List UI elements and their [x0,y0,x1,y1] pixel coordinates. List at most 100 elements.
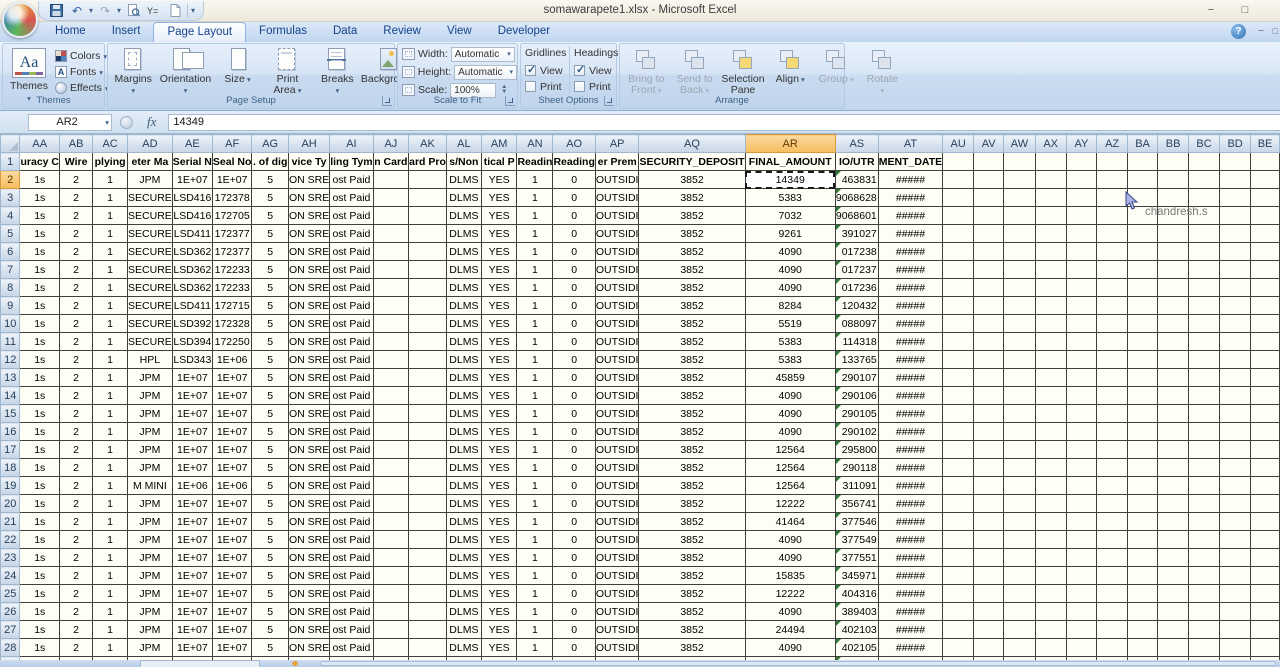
grid-cell-AM28[interactable]: YES [481,639,517,657]
grid-cell-AO24[interactable]: 0 [553,567,595,585]
grid-cell-BA23[interactable] [1127,549,1157,567]
grid-cell-BD21[interactable] [1220,513,1251,531]
grid-cell-AC2[interactable]: 1 [93,171,128,189]
column-header-AQ[interactable]: AQ [639,135,745,153]
grid-cell-BC16[interactable] [1189,423,1220,441]
grid-cell-BA17[interactable] [1127,441,1157,459]
grid-cell-AQ7[interactable]: 3852 [639,261,745,279]
grid-cell-AU21[interactable] [943,513,974,531]
grid-cell-BB3[interactable] [1158,189,1189,207]
grid-cell-BD18[interactable] [1220,459,1251,477]
grid-cell-AH10[interactable]: ON SRE [288,315,329,333]
grid-cell-AB16[interactable]: 2 [60,423,93,441]
grid-cell-AZ12[interactable] [1097,351,1128,369]
grid-cell-AH28[interactable]: ON SRE [288,639,329,657]
grid-cell-BE16[interactable] [1251,423,1280,441]
grid-cell-AN5[interactable]: 1 [517,225,553,243]
row-header-5[interactable]: 5 [1,225,20,243]
grid-cell-AU14[interactable] [943,387,974,405]
headings-view-checkbox[interactable]: View [574,64,617,77]
grid-cell-AF7[interactable]: 172233 [212,261,252,279]
column-header-AD[interactable]: AD [128,135,173,153]
grid-cell-AT8[interactable]: ##### [878,279,942,297]
grid-cell-BB8[interactable] [1158,279,1189,297]
grid-cell-AK26[interactable] [409,603,447,621]
grid-cell-AE8[interactable]: LSD362 [172,279,212,297]
grid-cell-AB15[interactable]: 2 [60,405,93,423]
grid-cell-AI21[interactable]: ost Paid [330,513,373,531]
grid-cell-AB5[interactable]: 2 [60,225,93,243]
column-header-AX[interactable]: AX [1035,135,1066,153]
grid-cell-BB12[interactable] [1158,351,1189,369]
grid-cell-AL18[interactable]: DLMS [446,459,481,477]
grid-cell-AE6[interactable]: LSD362 [172,243,212,261]
grid-cell-AX13[interactable] [1035,369,1066,387]
grid-cell-BD9[interactable] [1220,297,1251,315]
grid-cell-BE24[interactable] [1251,567,1280,585]
row-header-9[interactable]: 9 [1,297,20,315]
grid-cell-AS21[interactable]: 377546 [835,513,878,531]
grid-cell-AZ18[interactable] [1097,459,1128,477]
grid-cell-AB20[interactable]: 2 [60,495,93,513]
grid-cell-AH6[interactable]: ON SRE [288,243,329,261]
grid-cell-AM17[interactable]: YES [481,441,517,459]
grid-cell-BB11[interactable] [1158,333,1189,351]
grid-cell-AC14[interactable]: 1 [93,387,128,405]
grid-cell-AJ24[interactable] [373,567,409,585]
grid-cell-AC5[interactable]: 1 [93,225,128,243]
grid-cell-AJ2[interactable] [373,171,409,189]
grid-cell-AA1[interactable]: uracy C [20,153,60,171]
grid-cell-AT6[interactable]: ##### [878,243,942,261]
grid-cell-AN26[interactable]: 1 [517,603,553,621]
grid-cell-AU20[interactable] [943,495,974,513]
grid-cell-AV13[interactable] [974,369,1004,387]
grid-cell-BA20[interactable] [1127,495,1157,513]
grid-cell-AR1[interactable]: FINAL_AMOUNT [745,153,835,171]
grid-cell-AP12[interactable]: OUTSIDI [595,351,639,369]
grid-cell-AV6[interactable] [974,243,1004,261]
grid-cell-AY9[interactable] [1066,297,1097,315]
column-header-AM[interactable]: AM [481,135,517,153]
grid-cell-AM13[interactable]: YES [481,369,517,387]
grid-cell-AD27[interactable]: JPM [128,621,173,639]
grid-cell-AH9[interactable]: ON SRE [288,297,329,315]
grid-cell-AH4[interactable]: ON SRE [288,207,329,225]
grid-cell-BD17[interactable] [1220,441,1251,459]
grid-cell-AV10[interactable] [974,315,1004,333]
grid-cell-AR4[interactable]: 7032 [745,207,835,225]
grid-cell-AA20[interactable]: 1s [20,495,60,513]
grid-cell-AW20[interactable] [1004,495,1036,513]
grid-cell-AS9[interactable]: 120432 [835,297,878,315]
grid-cell-AD28[interactable]: JPM [128,639,173,657]
grid-cell-AO3[interactable]: 0 [553,189,595,207]
grid-cell-BB2[interactable] [1158,171,1189,189]
grid-cell-BE7[interactable] [1251,261,1280,279]
grid-cell-AN10[interactable]: 1 [517,315,553,333]
grid-cell-AR15[interactable]: 4090 [745,405,835,423]
grid-cell-BA12[interactable] [1127,351,1157,369]
grid-cell-AS28[interactable]: 402105 [835,639,878,657]
grid-cell-AF2[interactable]: 1E+07 [212,171,252,189]
grid-cell-AF14[interactable]: 1E+07 [212,387,252,405]
grid-cell-AA3[interactable]: 1s [20,189,60,207]
grid-cell-BC2[interactable] [1189,171,1220,189]
grid-cell-AI17[interactable]: ost Paid [330,441,373,459]
grid-cell-AQ3[interactable]: 3852 [639,189,745,207]
grid-cell-AF16[interactable]: 1E+07 [212,423,252,441]
grid-cell-AJ21[interactable] [373,513,409,531]
grid-cell-BE5[interactable] [1251,225,1280,243]
grid-cell-AN25[interactable]: 1 [517,585,553,603]
grid-cell-AA8[interactable]: 1s [20,279,60,297]
grid-cell-AR28[interactable]: 4090 [745,639,835,657]
grid-cell-AS23[interactable]: 377551 [835,549,878,567]
grid-cell-AF15[interactable]: 1E+07 [212,405,252,423]
grid-cell-AJ11[interactable] [373,333,409,351]
grid-cell-AF8[interactable]: 172233 [212,279,252,297]
grid-cell-AX23[interactable] [1035,549,1066,567]
grid-cell-AP9[interactable]: OUTSIDI [595,297,639,315]
grid-cell-BD22[interactable] [1220,531,1251,549]
grid-cell-BB16[interactable] [1158,423,1189,441]
grid-cell-AA5[interactable]: 1s [20,225,60,243]
workbook-restore-icon[interactable]: □ [1273,26,1278,36]
grid-cell-AX9[interactable] [1035,297,1066,315]
